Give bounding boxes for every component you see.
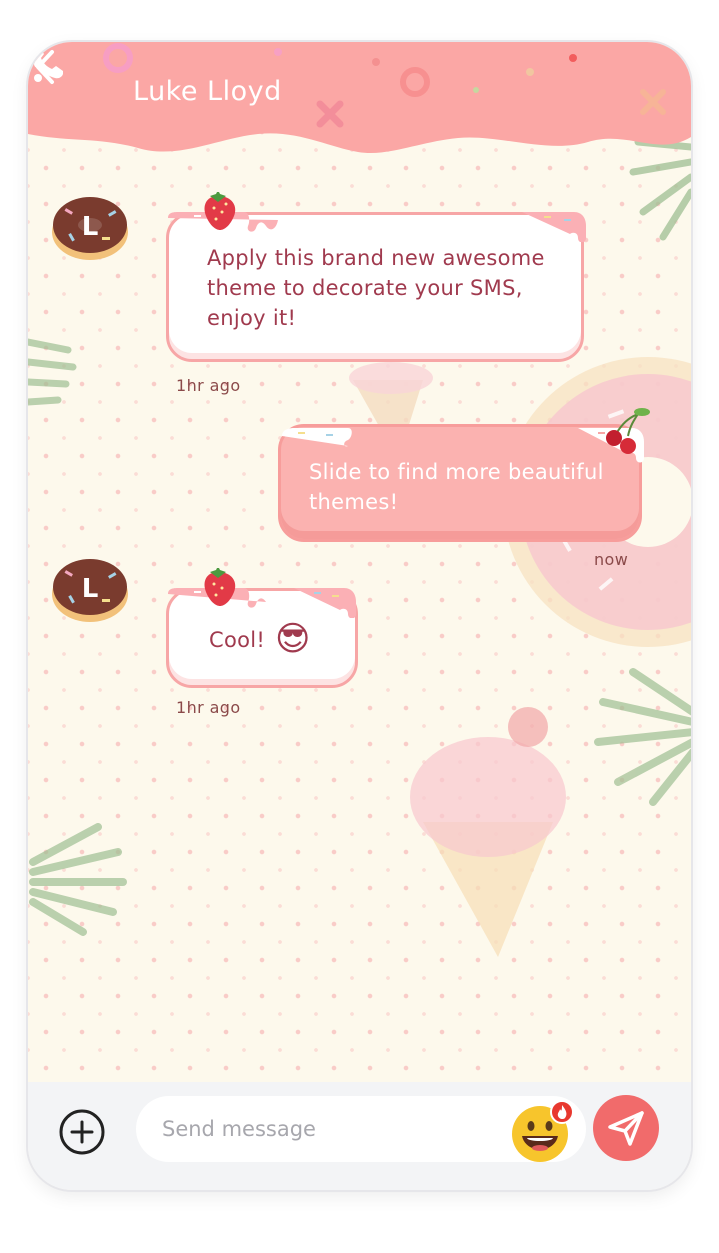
message-text: Slide to find more beautiful themes! xyxy=(309,460,604,514)
strawberry-icon xyxy=(204,192,236,230)
avatar[interactable]: L xyxy=(50,192,130,262)
avatar-letter: L xyxy=(82,212,99,242)
avatar-letter: L xyxy=(82,574,99,604)
palm-leaf-decoration xyxy=(594,668,691,806)
message-composer xyxy=(28,1082,691,1190)
avatar[interactable]: L xyxy=(50,554,130,624)
fire-badge-icon xyxy=(550,1100,574,1124)
chat-screen: Luke Lloyd L Apply this brand new awesom… xyxy=(28,42,691,1190)
more-vertical-icon xyxy=(34,46,42,82)
icing-drip-decoration xyxy=(282,408,650,463)
plus-circle-icon xyxy=(59,1109,105,1155)
ice-cream-decoration xyxy=(410,707,566,957)
more-options-button[interactable] xyxy=(28,42,48,86)
message-text: Cool! xyxy=(209,628,266,652)
add-attachment-button[interactable] xyxy=(58,1108,106,1156)
send-button[interactable] xyxy=(592,1094,660,1162)
icing-drip-decoration xyxy=(168,568,356,618)
palm-leaf-decoration xyxy=(29,823,127,936)
message-timestamp: 1hr ago xyxy=(176,698,241,717)
message-input[interactable] xyxy=(160,1114,490,1144)
header-wave-background xyxy=(28,42,691,154)
contact-name: Luke Lloyd xyxy=(133,76,282,107)
icing-drip-decoration xyxy=(168,192,586,242)
palm-leaf-decoration xyxy=(28,338,77,406)
message-timestamp: 1hr ago xyxy=(176,376,241,395)
emoji-button[interactable] xyxy=(510,1100,574,1164)
chat-header: Luke Lloyd xyxy=(28,42,691,202)
strawberry-icon xyxy=(204,568,236,606)
message-text: Apply this brand new awesome theme to de… xyxy=(207,246,545,330)
message-timestamp: now xyxy=(594,550,629,569)
sunglasses-emoji: 😎 xyxy=(275,619,311,659)
